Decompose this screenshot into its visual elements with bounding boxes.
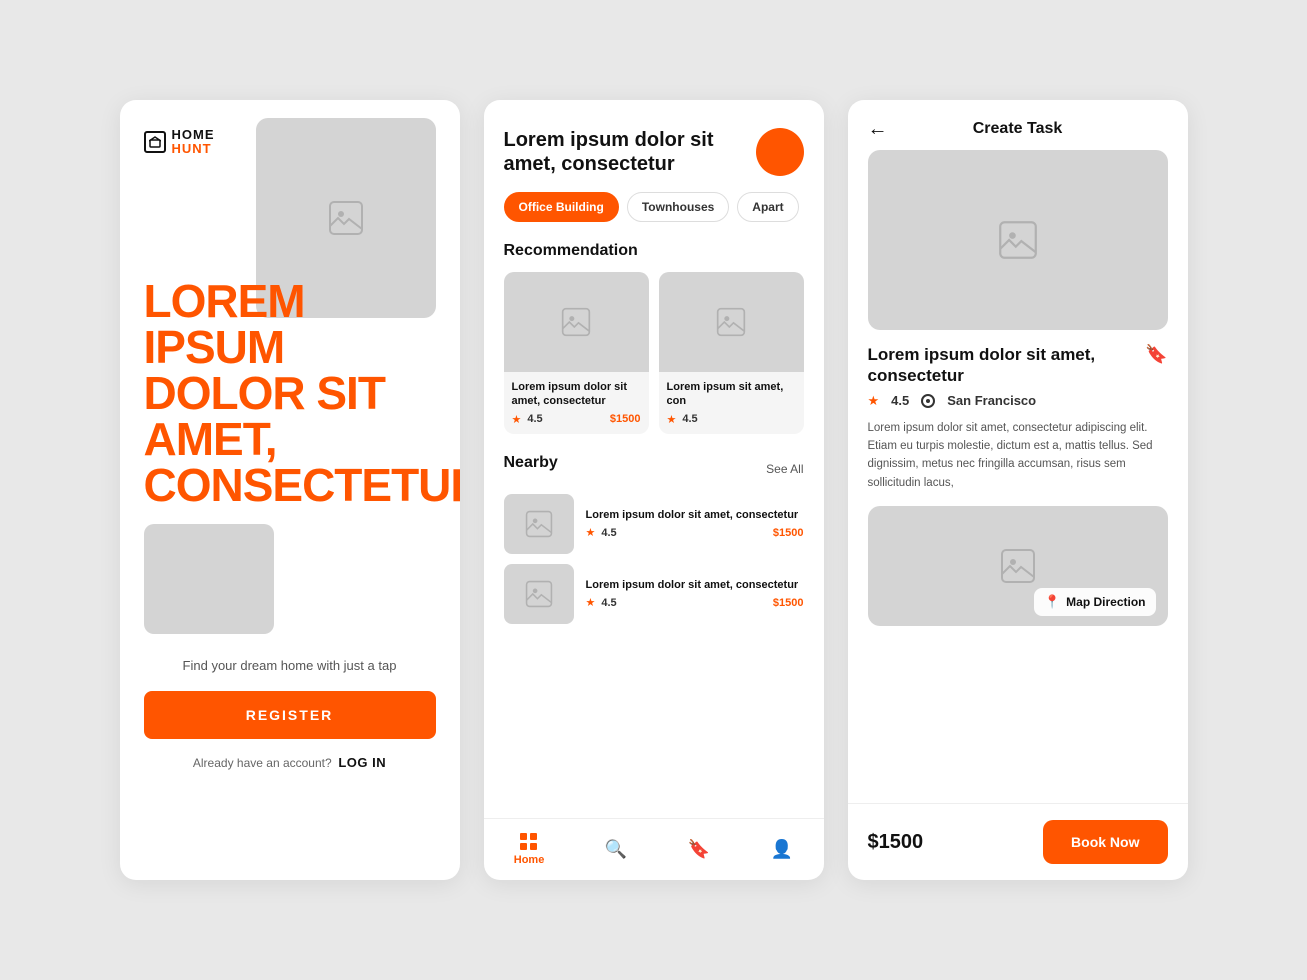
detail-bottom-bar: $1500 Book Now [848,803,1188,880]
home-icon [149,136,161,148]
screen1-content: LOREM IPSUM DOLOR SIT AMET, CONSECTETUR … [120,278,460,880]
nearby-image-1 [504,494,574,554]
detail-rating: 4.5 [891,393,909,408]
logo: HOME HUNT [144,128,215,157]
detail-description: Lorem ipsum dolor sit amet, consectetur … [848,419,1188,493]
tab-office-building[interactable]: Office Building [504,192,619,222]
nearby-meta-2: ★ 4.5 $1500 [586,596,804,609]
nearby-price-2: $1500 [773,597,804,609]
login-link[interactable]: LOG IN [338,755,386,770]
card-title-2: Lorem ipsum sit amet, con [667,380,796,409]
tab-apart[interactable]: Apart [737,192,798,222]
logo-icon [144,131,166,153]
card-title-1: Lorem ipsum dolor sit amet, consectetur [512,380,641,409]
book-now-button[interactable]: Book Now [1043,820,1167,864]
nav-home-label: Home [514,854,545,866]
map-box: 📍 Map Direction [868,506,1168,626]
placeholder-image-icon [328,200,364,236]
login-prompt: Already have an account? LOG IN [144,755,436,770]
detail-bookmark-icon[interactable]: 🔖 [1145,344,1167,365]
rating-2: 4.5 [682,413,697,425]
recommendation-label: Recommendation [504,242,804,260]
nearby-title-2: Lorem ipsum dolor sit amet, consectetur [586,578,804,592]
register-button[interactable]: REGISTER [144,691,436,739]
detail-title: Lorem ipsum dolor sit amet, consectetur [868,344,1108,387]
login-screen: HOME HUNT LOREM IPSUM DOLOR SIT AMET, CO… [120,100,460,880]
detail-meta-row: ★ 4.5 San Francisco [848,393,1188,409]
screen3-topbar: ← Create Task [848,100,1188,150]
map-placeholder-icon [1000,548,1036,584]
nearby-rating-1: 4.5 [601,527,616,539]
star-icon-2: ★ [667,413,677,426]
rating-1: 4.5 [527,413,542,425]
hero-text: LOREM IPSUM DOLOR SIT AMET, CONSECTETUR [144,278,436,508]
nav-profile[interactable]: 👤 [771,839,793,860]
nearby-item-1[interactable]: Lorem ipsum dolor sit amet, consectetur … [484,494,824,554]
home-grid-icon [520,833,538,851]
nearby-price-1: $1500 [773,527,804,539]
decorative-block [144,524,274,634]
detail-hero-placeholder-icon [998,220,1038,260]
location-dot-icon [921,394,935,408]
nearby-image-2 [504,564,574,624]
card-meta-1: ★ 4.5 $1500 [512,413,641,426]
recommendation-cards: Lorem ipsum dolor sit amet, consectetur … [504,272,804,434]
card-body-2: Lorem ipsum sit amet, con ★ 4.5 [659,372,804,434]
nearby-star-1: ★ [586,526,596,539]
recommendation-card-1[interactable]: Lorem ipsum dolor sit amet, consectetur … [504,272,649,434]
nearby-label: Nearby [504,454,558,472]
nav-search[interactable]: 🔍 [605,839,627,860]
nearby-placeholder-icon-1 [525,510,553,538]
detail-price: $1500 [868,831,924,854]
nearby-info-2: Lorem ipsum dolor sit amet, consectetur … [586,578,804,609]
card-image-1 [504,272,649,372]
detail-hero-image [868,150,1168,330]
detail-header: Lorem ipsum dolor sit amet, consectetur … [848,344,1188,387]
nearby-star-2: ★ [586,596,596,609]
category-tabs: Office Building Townhouses Apart [504,192,804,222]
nearby-info-1: Lorem ipsum dolor sit amet, consectetur … [586,508,804,539]
screen2-title: Lorem ipsum dolor sit amet, consectetur [504,128,724,176]
map-pin-icon: 📍 [1044,594,1060,610]
nav-saved[interactable]: 🔖 [688,839,710,860]
screen3-title: Create Task [973,120,1063,138]
logo-home-text: HOME [172,128,215,142]
map-direction-label: Map Direction [1066,595,1145,609]
screen2-header-row: Lorem ipsum dolor sit amet, consectetur [504,128,804,176]
card-meta-2: ★ 4.5 [667,413,796,426]
nearby-item-2[interactable]: Lorem ipsum dolor sit amet, consectetur … [484,564,824,624]
tab-townhouses[interactable]: Townhouses [627,192,729,222]
bookmark-icon: 🔖 [688,839,710,860]
notification-dot[interactable] [756,128,804,176]
nearby-meta-1: ★ 4.5 $1500 [586,526,804,539]
nearby-placeholder-icon-2 [525,580,553,608]
card-placeholder-icon-1 [561,307,591,337]
search-icon: 🔍 [605,839,627,860]
home-screen: Lorem ipsum dolor sit amet, consectetur … [484,100,824,880]
nav-home[interactable]: Home [514,833,545,866]
recommendation-card-2[interactable]: Lorem ipsum sit amet, con ★ 4.5 [659,272,804,434]
detail-location: San Francisco [947,393,1036,408]
see-all-button[interactable]: See All [766,462,803,476]
profile-icon: 👤 [771,839,793,860]
logo-text: HOME HUNT [172,128,215,157]
screen2-top: Lorem ipsum dolor sit amet, consectetur … [484,100,824,454]
tagline: Find your dream home with just a tap [144,658,436,673]
card-body-1: Lorem ipsum dolor sit amet, consectetur … [504,372,649,434]
detail-screen: ← Create Task Lorem ipsum dolor sit amet… [848,100,1188,880]
card-placeholder-icon-2 [716,307,746,337]
detail-star-icon: ★ [868,393,880,409]
star-icon-1: ★ [512,413,522,426]
card-image-2 [659,272,804,372]
bottom-nav: Home 🔍 🔖 👤 [484,818,824,880]
nearby-title-1: Lorem ipsum dolor sit amet, consectetur [586,508,804,522]
logo-hunt-text: HUNT [172,142,215,156]
map-direction-button[interactable]: 📍 Map Direction [1034,588,1156,616]
price-1: $1500 [610,413,641,425]
nearby-rating-2: 4.5 [601,597,616,609]
back-button[interactable]: ← [868,118,888,141]
nearby-header: Nearby See All [484,454,824,484]
